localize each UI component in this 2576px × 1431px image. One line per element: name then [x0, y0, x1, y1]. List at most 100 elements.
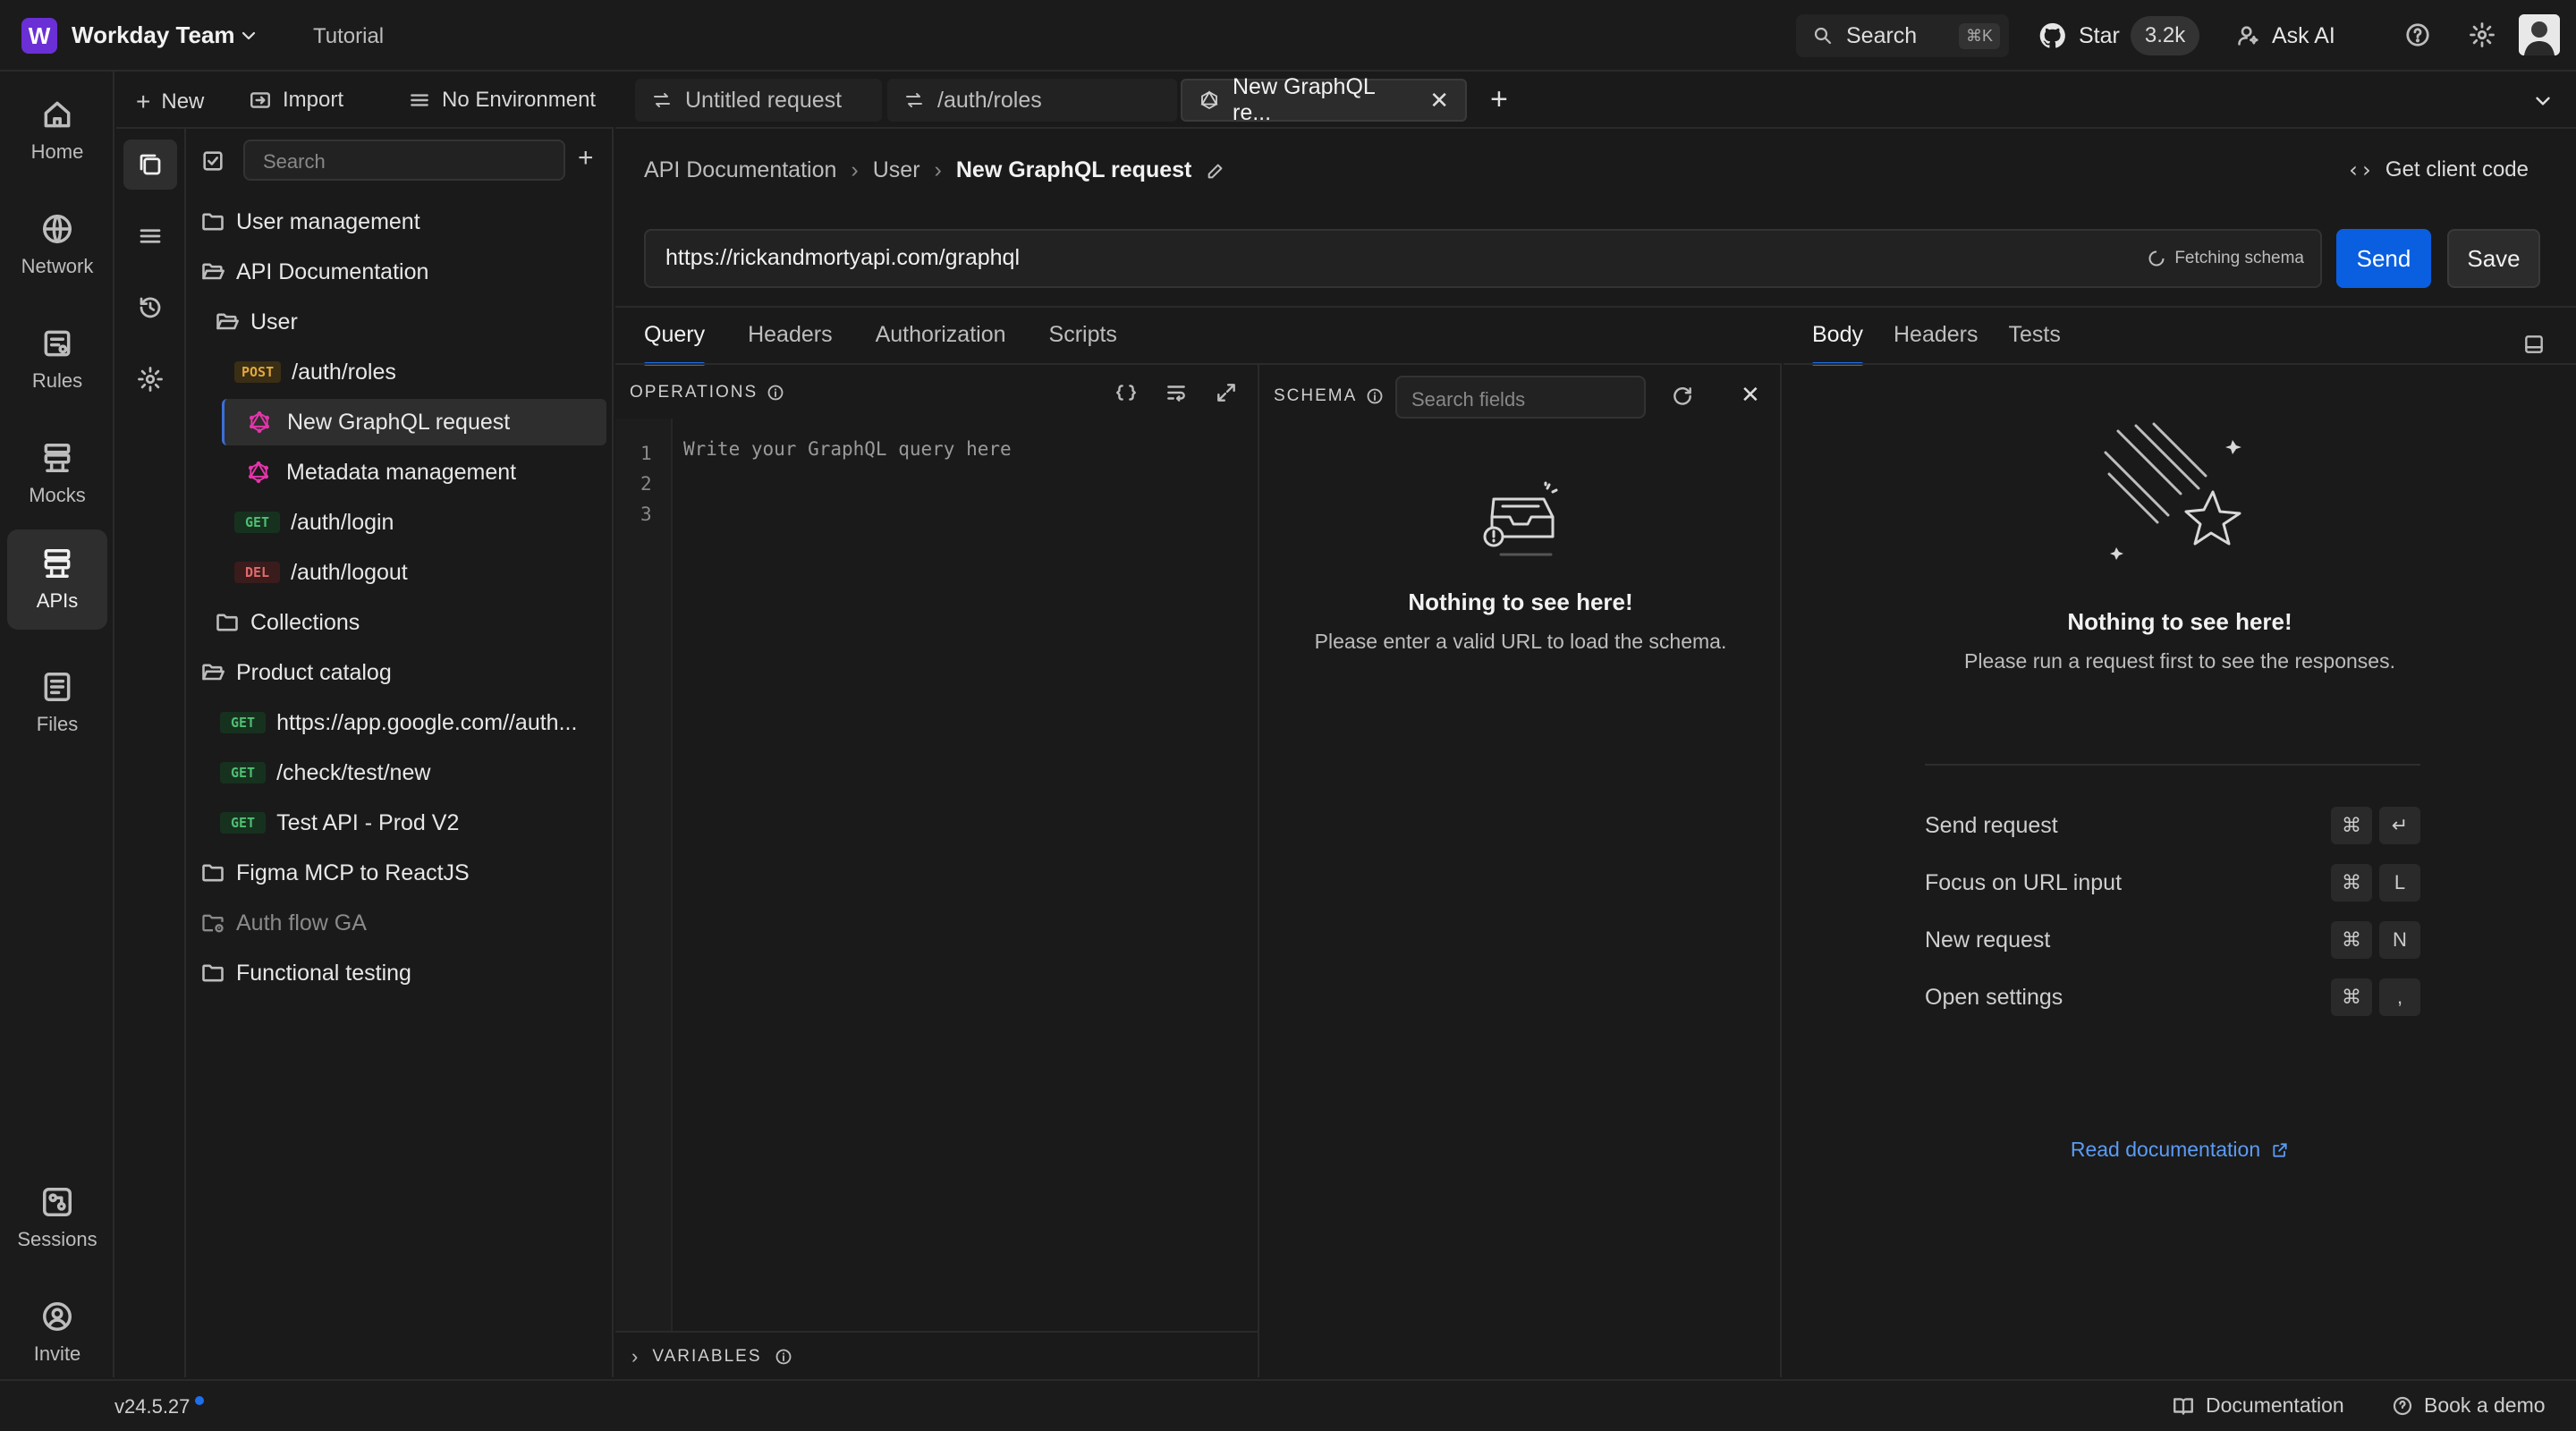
sessions-icon: [40, 1185, 74, 1219]
tree-folder[interactable]: Functional testing: [200, 950, 411, 996]
shortcut-label: Open settings: [1925, 984, 2063, 1010]
tree-request[interactable]: GET /auth/login: [234, 499, 394, 546]
tree-folder[interactable]: Auth flow GA: [200, 900, 367, 946]
rail-label: Invite: [33, 1342, 81, 1365]
sidebar-settings-icon[interactable]: [123, 354, 177, 404]
tab-tests[interactable]: Tests: [2008, 322, 2060, 366]
response-empty-title: Nothing to see here!: [2067, 608, 2292, 635]
refresh-icon[interactable]: [1671, 385, 1694, 408]
import-button[interactable]: Import: [249, 88, 343, 113]
close-tab-icon[interactable]: ✕: [1429, 87, 1449, 114]
tree-request-selected[interactable]: New GraphQL request: [222, 399, 606, 445]
tree-request[interactable]: DEL /auth/logout: [234, 549, 408, 596]
tab-body[interactable]: Body: [1812, 322, 1863, 366]
new-tab-button[interactable]: +: [1490, 82, 1508, 117]
send-button[interactable]: Send: [2336, 229, 2431, 288]
rail-item-mocks[interactable]: Mocks: [7, 424, 107, 524]
environment-label: No Environment: [442, 88, 597, 112]
chevron-down-icon[interactable]: [2531, 89, 2555, 113]
tree-request[interactable]: POST /auth/roles: [234, 349, 396, 395]
breadcrumb-item[interactable]: API Documentation: [644, 157, 836, 183]
folder-icon: [200, 961, 225, 986]
rail-item-rules[interactable]: Rules: [7, 309, 107, 410]
tree-folder[interactable]: Figma MCP to ReactJS: [200, 850, 470, 896]
schema-search-input[interactable]: Search fields: [1395, 376, 1646, 419]
request-tabs: Untitled request /auth/roles New GraphQL…: [615, 72, 2576, 129]
prettify-icon[interactable]: [1114, 381, 1138, 404]
rail-item-apis[interactable]: APIs: [7, 529, 107, 630]
external-link-icon: [2271, 1141, 2289, 1159]
wrap-lines-icon[interactable]: [1165, 381, 1188, 404]
user-avatar[interactable]: [2519, 14, 2560, 55]
expand-icon[interactable]: [1215, 381, 1238, 404]
shortcut-key: ↵: [2379, 807, 2420, 844]
book-demo-link[interactable]: Book a demo: [2392, 1393, 2546, 1418]
rail-item-home[interactable]: Home: [7, 80, 107, 181]
select-all-icon[interactable]: [200, 148, 225, 174]
shortcut-row: New request ⌘ N: [1925, 921, 2420, 959]
documentation-link[interactable]: Documentation: [2172, 1393, 2344, 1418]
tab-authorization[interactable]: Authorization: [876, 322, 1006, 366]
read-documentation-link[interactable]: Read documentation: [1784, 1138, 2576, 1162]
tab-new-graphql-request[interactable]: New GraphQL re... ✕: [1181, 74, 1467, 125]
tab-scripts[interactable]: Scripts: [1049, 322, 1117, 366]
chevron-down-icon[interactable]: [238, 25, 259, 47]
collections-icon[interactable]: [123, 140, 177, 190]
tree-request[interactable]: GET /check/test/new: [220, 749, 430, 796]
tab-untitled-request[interactable]: Untitled request: [635, 79, 882, 122]
github-star-button[interactable]: Star 3.2k: [2038, 14, 2200, 57]
ask-ai-button[interactable]: Ask AI: [2236, 14, 2335, 57]
breadcrumb-item[interactable]: User: [873, 157, 920, 183]
history-icon[interactable]: [123, 283, 177, 333]
global-search[interactable]: Search ⌘K: [1796, 14, 2009, 57]
get-client-code-button[interactable]: ‹› Get client code: [2347, 157, 2529, 182]
edit-icon[interactable]: [1206, 161, 1225, 181]
environments-icon[interactable]: [123, 211, 177, 261]
divider: [1784, 363, 2576, 365]
tree-folder[interactable]: API Documentation: [200, 249, 428, 295]
close-schema-icon[interactable]: ✕: [1741, 381, 1760, 409]
rail-item-sessions[interactable]: Sessions: [7, 1168, 107, 1268]
schema-header: SCHEMA: [1274, 386, 1384, 406]
workspace-logo[interactable]: W: [21, 18, 57, 54]
tree-request[interactable]: GET https://app.google.com//auth...: [220, 699, 577, 746]
search-shortcut: ⌘K: [1958, 22, 2000, 49]
url-input[interactable]: https://rickandmortyapi.com/graphql Fetc…: [644, 229, 2322, 288]
info-icon[interactable]: [1366, 387, 1384, 405]
folder-icon: [200, 860, 225, 885]
info-icon[interactable]: [775, 1348, 792, 1366]
request-title[interactable]: New GraphQL request: [956, 157, 1192, 183]
workspace-name[interactable]: Workday Team: [72, 21, 235, 49]
tab-auth-roles[interactable]: /auth/roles: [887, 79, 1177, 122]
query-editor[interactable]: Write your GraphQL query here: [683, 438, 1012, 460]
tab-response-headers[interactable]: Headers: [1894, 322, 1979, 366]
tab-headers[interactable]: Headers: [748, 322, 833, 366]
environment-selector[interactable]: No Environment: [408, 88, 596, 113]
rail-item-invite[interactable]: Invite: [7, 1283, 107, 1383]
tree-folder[interactable]: Collections: [215, 599, 360, 646]
tree-request[interactable]: Metadata management: [247, 449, 516, 495]
save-button[interactable]: Save: [2447, 229, 2540, 288]
panel-layout-icon[interactable]: [2522, 333, 2546, 356]
settings-icon[interactable]: [2469, 21, 2496, 48]
add-collection-button[interactable]: +: [578, 143, 594, 174]
variables-title: VARIABLES: [652, 1347, 762, 1366]
variables-toggle[interactable]: › VARIABLES: [631, 1345, 792, 1368]
tab-query[interactable]: Query: [644, 322, 706, 366]
tree-folder[interactable]: Product catalog: [200, 649, 392, 696]
status-bar: v24.5.27 Documentation Book a demo: [0, 1379, 2576, 1431]
sidebar-search-input[interactable]: Search: [243, 140, 565, 181]
rail-item-files[interactable]: Files: [7, 653, 107, 753]
left-rail: Home Network Rules Mocks APIs Files Sess…: [0, 72, 114, 1377]
tree-label: API Documentation: [236, 258, 429, 284]
shortcut-key: ,: [2379, 978, 2420, 1016]
tree-folder[interactable]: User: [215, 299, 298, 345]
new-button[interactable]: + New: [136, 88, 204, 116]
help-icon[interactable]: [2404, 21, 2431, 48]
tutorial-link[interactable]: Tutorial: [313, 24, 384, 49]
info-icon[interactable]: [767, 384, 784, 402]
rail-item-network[interactable]: Network: [7, 195, 107, 295]
tree-folder[interactable]: User management: [200, 199, 420, 245]
tree-request[interactable]: GET Test API - Prod V2: [220, 800, 459, 846]
rail-label: Sessions: [17, 1228, 97, 1250]
